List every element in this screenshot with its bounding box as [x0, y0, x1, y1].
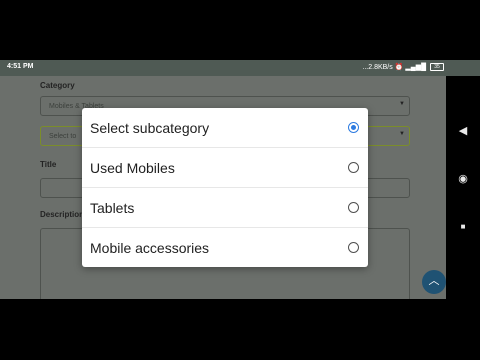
- status-bar: 4:51 PM ...2.8KB/s ⏰ ▂▄▆█ 35: [0, 60, 480, 76]
- radio-unchecked-icon[interactable]: [348, 242, 359, 253]
- chevron-down-icon: ▼: [399, 131, 405, 137]
- category-label: Category: [40, 81, 75, 90]
- chevron-up-icon: ︿: [428, 275, 440, 287]
- subcategory-dialog: Select subcategory Used Mobiles Tablets …: [82, 108, 368, 267]
- option-label: Select subcategory: [90, 120, 210, 136]
- status-time: 4:51 PM: [7, 63, 34, 70]
- radio-checked-icon[interactable]: [348, 122, 359, 133]
- option-label: Tablets: [90, 200, 135, 216]
- recents-icon[interactable]: ■: [446, 222, 480, 231]
- radio-unchecked-icon[interactable]: [348, 162, 359, 173]
- back-icon[interactable]: ◀: [446, 124, 480, 137]
- subcategory-select-value: Select to: [49, 133, 77, 140]
- description-label: Description: [40, 210, 85, 219]
- option-label: Used Mobiles: [90, 160, 175, 176]
- dialog-option-tablets[interactable]: Tablets: [82, 188, 368, 228]
- home-icon[interactable]: ◉: [446, 172, 480, 185]
- signal-icons: ⏰ ▂▄▆█: [394, 64, 428, 71]
- status-indicators: ...2.8KB/s ⏰ ▂▄▆█ 35: [362, 63, 444, 72]
- network-speed: ...2.8KB/s: [362, 64, 393, 71]
- navigation-bar: ◀ ◉ ■: [446, 76, 480, 299]
- app-screen: Category Mobiles & Tablets ▼ Select to ▼…: [0, 76, 446, 299]
- dialog-option-used-mobiles[interactable]: Used Mobiles: [82, 148, 368, 188]
- battery-icon: 35: [430, 63, 444, 72]
- scroll-up-button[interactable]: ︿: [422, 270, 446, 294]
- chevron-down-icon: ▼: [399, 101, 405, 107]
- option-label: Mobile accessories: [90, 240, 210, 256]
- dialog-option-select-subcategory[interactable]: Select subcategory: [82, 108, 368, 148]
- title-label: Title: [40, 160, 57, 169]
- radio-unchecked-icon[interactable]: [348, 202, 359, 213]
- dialog-option-mobile-accessories[interactable]: Mobile accessories: [82, 228, 368, 268]
